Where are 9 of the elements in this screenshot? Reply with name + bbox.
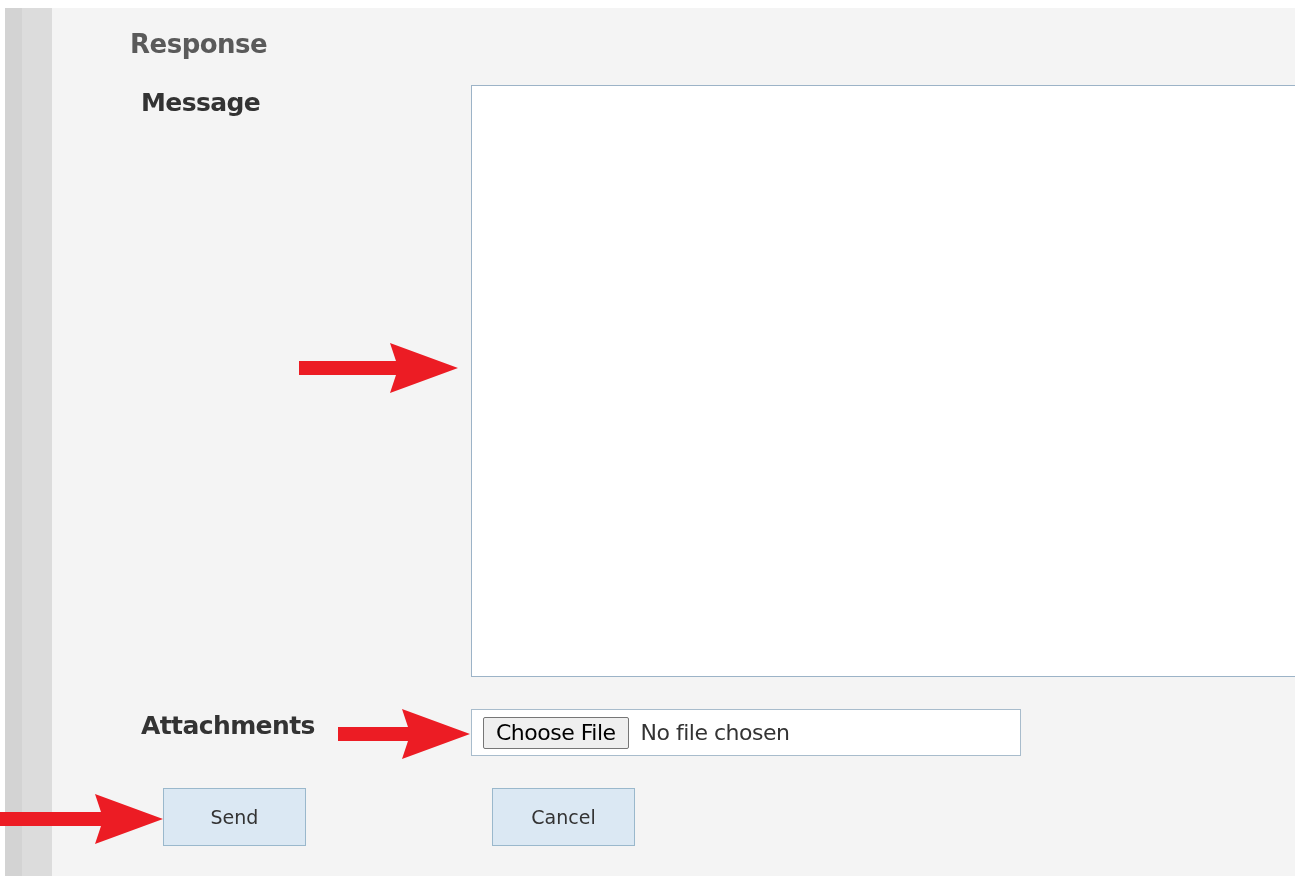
send-button[interactable]: Send (163, 788, 306, 846)
attachments-label: Attachments (141, 710, 315, 742)
cancel-button[interactable]: Cancel (492, 788, 635, 846)
file-status: No file chosen (640, 720, 790, 745)
message-label: Message (141, 87, 261, 119)
message-field[interactable] (471, 85, 1295, 677)
file-field[interactable]: Choose File No file chosen (471, 709, 1021, 756)
section-title: Response (130, 29, 269, 59)
choose-file-button[interactable]: Choose File (483, 716, 629, 749)
